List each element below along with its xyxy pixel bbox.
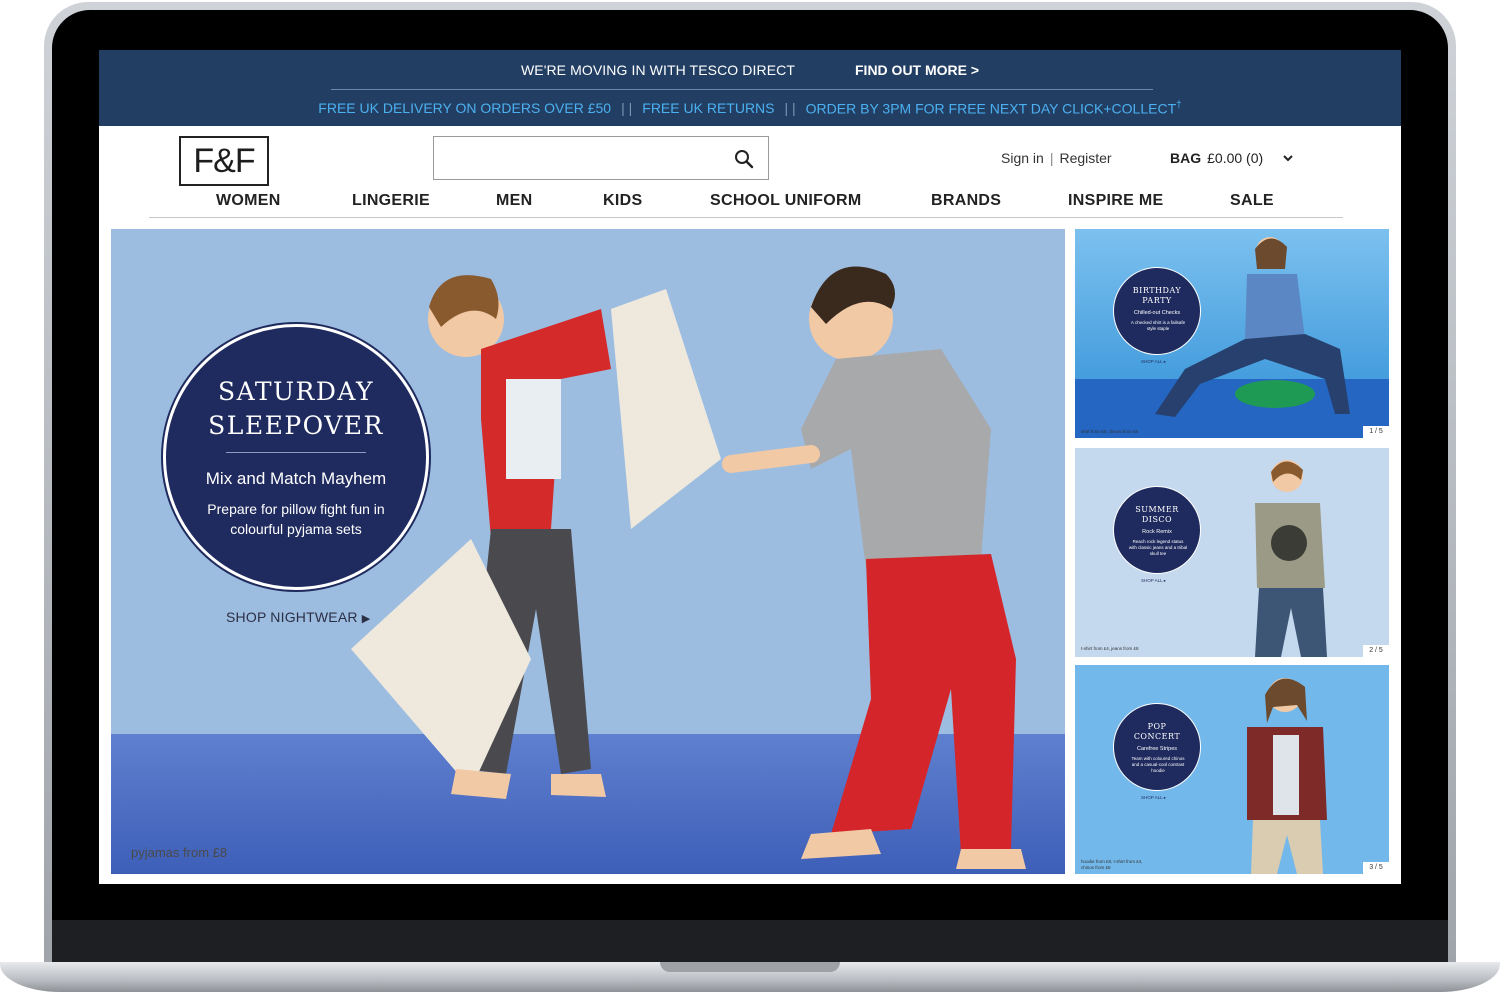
promo-moving-text: WE'RE MOVING IN WITH TESCO DIRECT: [520, 62, 795, 78]
promo-divider: [331, 89, 1153, 90]
tile-price-caption: t-shirt from £4, jeans from £8: [1081, 646, 1139, 651]
shopping-bag[interactable]: BAG £0.00 (0): [1170, 150, 1295, 166]
free-delivery-link[interactable]: FREE UK DELIVERY ON ORDERS OVER £50: [318, 100, 611, 116]
search-icon[interactable]: [734, 149, 754, 169]
nav-item-school-uniform[interactable]: SCHOOL UNIFORM: [710, 192, 861, 210]
hero-title: SATURDAY SLEEPOVER: [166, 375, 426, 443]
click-collect-link[interactable]: ORDER BY 3PM FOR FREE NEXT DAY CLICK+COL…: [806, 100, 1182, 117]
tile-subtitle: Carefree Stripes: [1136, 746, 1178, 752]
promo-tile-summer-disco[interactable]: SUMMER DISCO Rock Remix Reach rock legen…: [1075, 448, 1389, 657]
account-separator: |: [1049, 150, 1054, 166]
chevron-down-icon[interactable]: [1281, 151, 1295, 165]
tile-description: Team with coloured chinos and a casual-c…: [1131, 756, 1185, 773]
tile-page-indicator: 1 / 5: [1363, 426, 1389, 438]
tile-description: Reach rock legend status with classic je…: [1128, 539, 1188, 556]
promo-tile-birthday-party[interactable]: BIRTHDAY PARTY Chilled-out Checks A chec…: [1075, 229, 1389, 438]
nav-item-sale[interactable]: SALE: [1230, 192, 1274, 210]
tile-page-indicator: 3 / 5: [1363, 862, 1389, 874]
click-collect-dagger: †: [1176, 99, 1182, 111]
tile-badge: BIRTHDAY PARTY Chilled-out Checks A chec…: [1113, 267, 1201, 355]
tile-shop-all-link[interactable]: SHOP ALL ▸: [1141, 795, 1166, 801]
find-out-more-link[interactable]: FIND OUT MORE >: [855, 62, 979, 78]
hero-title-line2: SLEEPOVER: [208, 411, 384, 440]
tile-title: BIRTHDAY PARTY: [1114, 286, 1200, 306]
nav-item-men[interactable]: MEN: [496, 192, 532, 210]
shop-nightwear-link[interactable]: SHOP NIGHTWEAR ▶: [226, 609, 370, 625]
browser-viewport: WE'RE MOVING IN WITH TESCO DIRECT FIND O…: [99, 50, 1401, 884]
bag-label: BAG: [1170, 150, 1202, 166]
click-collect-text: ORDER BY 3PM FOR FREE NEXT DAY CLICK+COL…: [805, 100, 1177, 117]
free-returns-link[interactable]: FREE UK RETURNS: [642, 100, 774, 116]
tile-shop-all-link[interactable]: SHOP ALL ▸: [1141, 578, 1166, 584]
promo-bar: WE'RE MOVING IN WITH TESCO DIRECT FIND O…: [99, 50, 1401, 126]
hero-title-line1: SATURDAY: [218, 377, 374, 406]
ff-logo[interactable]: F&F: [179, 136, 269, 186]
shop-nightwear-label: SHOP NIGHTWEAR: [226, 609, 358, 625]
hero-badge: SATURDAY SLEEPOVER Mix and Match Mayhem …: [163, 324, 429, 590]
tile-shop-all-link[interactable]: SHOP ALL ▸: [1141, 359, 1166, 365]
promo-benefits: FREE UK DELIVERY ON ORDERS OVER £50 | | …: [99, 94, 1401, 122]
tile-description: A checked shirt is a failsafe style stap…: [1130, 320, 1186, 331]
tile-page-indicator: 2 / 5: [1363, 645, 1389, 657]
sign-in-link[interactable]: Sign in: [1001, 150, 1044, 166]
nav-item-lingerie[interactable]: LINGERIE: [352, 192, 430, 210]
nav-item-inspire-me[interactable]: INSPIRE ME: [1068, 192, 1163, 210]
register-link[interactable]: Register: [1059, 150, 1111, 166]
tile-title-line1: POP: [1147, 722, 1167, 731]
tile-price-caption: hoodie from £8, t-shirt from £4, chinos …: [1081, 859, 1143, 870]
promo-tile-pop-concert[interactable]: POP CONCERT Carefree Stripes Team with c…: [1075, 665, 1389, 874]
tile-title-line1: SUMMER: [1135, 505, 1179, 514]
tile-price-caption: shirt from £8, chinos from £8: [1081, 429, 1139, 434]
hero-badge-divider: [226, 452, 366, 453]
hero-banner[interactable]: SATURDAY SLEEPOVER Mix and Match Mayhem …: [111, 229, 1065, 874]
play-arrow-icon: ▶: [361, 613, 371, 625]
hero-subtitle: Mix and Match Mayhem: [205, 469, 387, 488]
nav-item-kids[interactable]: KIDS: [603, 192, 642, 210]
tile-subtitle: Rock Remix: [1142, 529, 1172, 535]
hero-price-caption: pyjamas from £8: [131, 845, 228, 860]
tile-title-line2: PARTY: [1142, 296, 1172, 305]
promo-separator: | |: [784, 100, 796, 116]
laptop-base-notch: [660, 962, 840, 972]
tile-subtitle: Chilled-out Checks: [1133, 310, 1181, 316]
tile-title: SUMMER DISCO: [1114, 505, 1200, 525]
tile-title-line2: DISCO: [1141, 515, 1173, 524]
hero-description: Prepare for pillow fight fun in colourfu…: [207, 501, 385, 537]
tile-title-line2: CONCERT: [1133, 732, 1181, 741]
tile-title-line1: BIRTHDAY: [1132, 286, 1182, 295]
laptop-bezel-chin: [52, 920, 1448, 962]
tile-badge: POP CONCERT Carefree Stripes Team with c…: [1113, 703, 1201, 791]
promo-announcement: WE'RE MOVING IN WITH TESCO DIRECT FIND O…: [99, 50, 1401, 90]
search-field[interactable]: [433, 136, 769, 180]
tile-title: POP CONCERT: [1114, 722, 1200, 742]
nav-item-women[interactable]: WOMEN: [216, 192, 281, 210]
promo-separator: | |: [621, 100, 633, 116]
nav-item-brands[interactable]: BRANDS: [931, 192, 1001, 210]
bag-total: £0.00 (0): [1207, 150, 1264, 166]
account-links: Sign in | Register: [1001, 150, 1112, 166]
main-nav: WOMEN LINGERIE MEN KIDS SCHOOL UNIFORM B…: [149, 188, 1343, 218]
tile-badge: SUMMER DISCO Rock Remix Reach rock legen…: [1113, 486, 1201, 574]
